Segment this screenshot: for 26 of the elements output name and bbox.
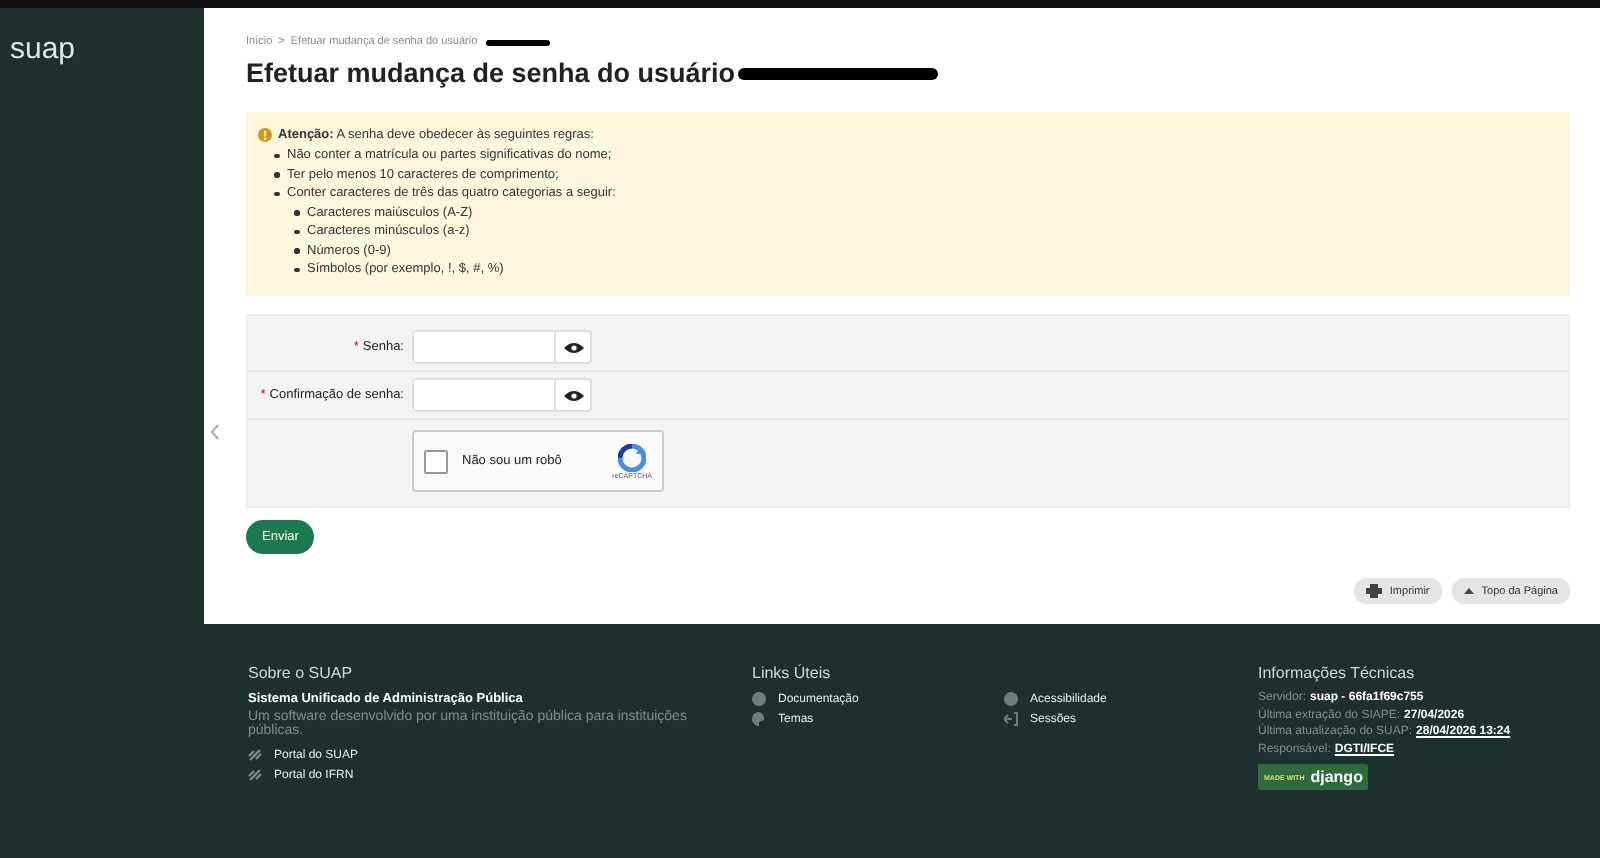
footer-heading: Sobre o SUAP: [248, 664, 353, 682]
password-field[interactable]: [412, 378, 592, 412]
bullet-icon: [274, 172, 279, 177]
bullet-icon: [294, 248, 299, 253]
footer-heading: Links Úteis: [752, 664, 831, 682]
arrow-up-icon: [1463, 588, 1474, 594]
warning-icon: [258, 128, 272, 142]
info-icon: [1004, 692, 1018, 706]
bullet-icon: [294, 267, 299, 272]
redaction-mark: [485, 39, 550, 45]
footer-heading: Informações Técnicas: [1258, 664, 1415, 682]
recaptcha-icon: [618, 443, 647, 471]
palette-icon: [752, 712, 766, 726]
app-logo[interactable]: suap: [0, 8, 76, 66]
chevron-left-icon[interactable]: [210, 424, 220, 440]
eye-icon[interactable]: [563, 341, 583, 353]
password-field[interactable]: [412, 330, 592, 364]
checkbox[interactable]: [424, 449, 448, 473]
exit-icon: [1004, 712, 1018, 726]
info-icon: [752, 692, 766, 706]
bullet-icon: [274, 191, 279, 196]
bullet-icon: [294, 210, 299, 215]
bullet-icon: [274, 153, 279, 158]
page-title: Efetuar mudança de senha do usuário: [246, 58, 736, 88]
bullet-icon: [294, 229, 299, 234]
eye-icon[interactable]: [563, 389, 583, 401]
